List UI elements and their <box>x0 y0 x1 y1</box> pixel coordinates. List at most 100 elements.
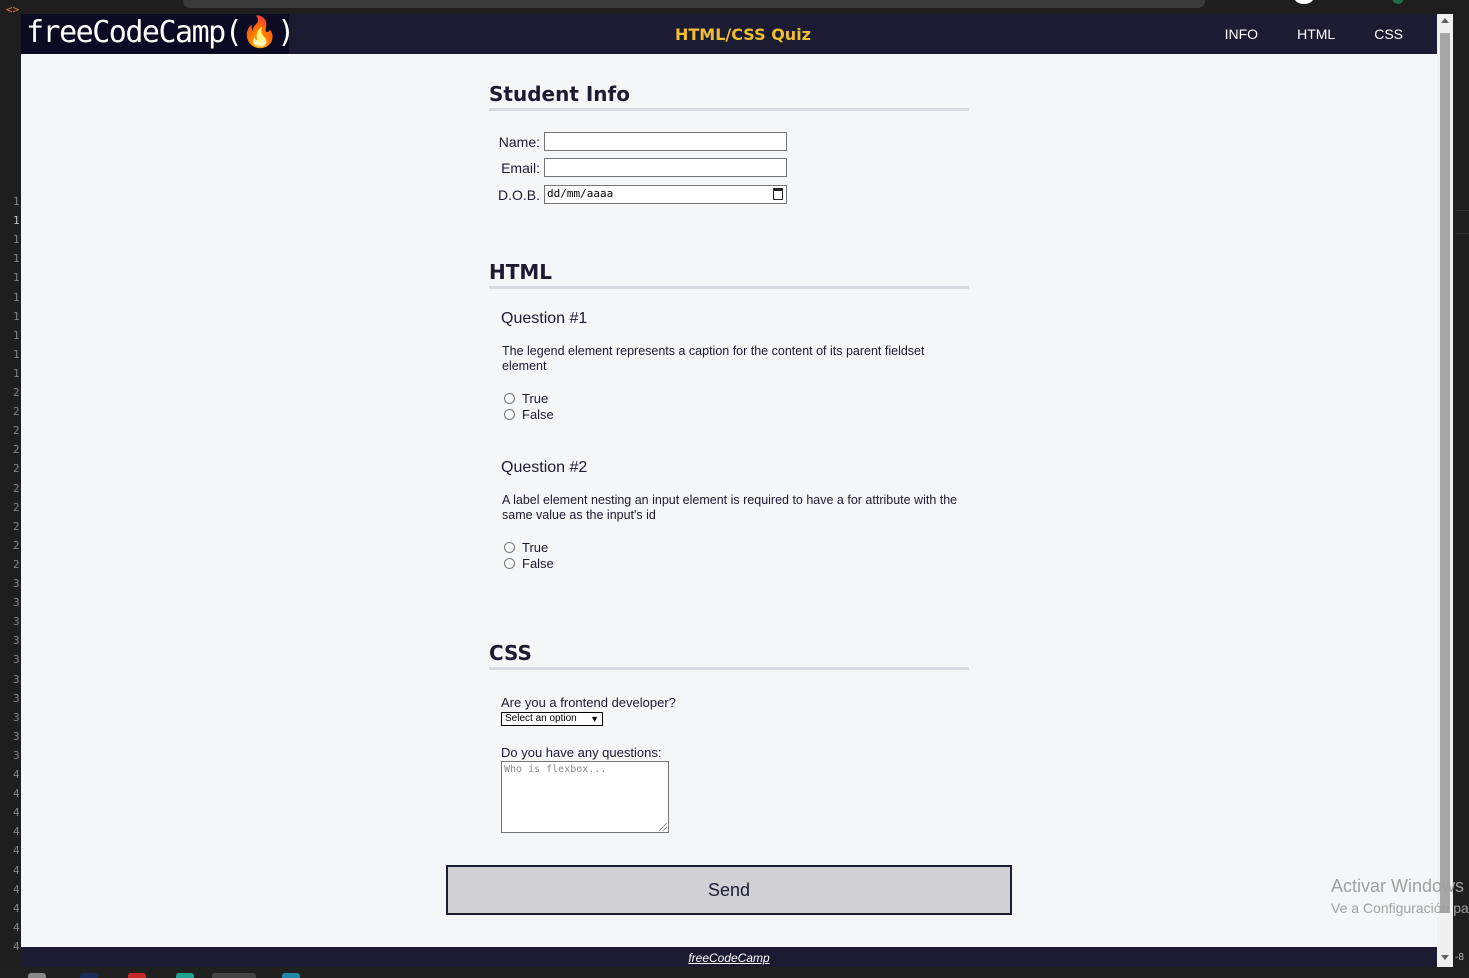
taskbar-app-icon[interactable] <box>28 973 46 978</box>
dob-label: D.O.B. <box>497 186 540 203</box>
line-number: 2 <box>13 405 20 419</box>
taskbar-app-icon[interactable] <box>282 973 300 978</box>
line-number: 1 <box>13 195 20 208</box>
email-row: Email: <box>489 158 787 177</box>
line-number: 1 <box>13 366 20 380</box>
line-number: 2 <box>13 462 20 476</box>
line-number: 1 <box>13 309 20 323</box>
line-number: 3 <box>13 672 20 686</box>
line-number: 1 <box>13 271 20 285</box>
line-number: 2 <box>13 538 20 552</box>
line-number: 2 <box>13 424 20 438</box>
name-row: Name: <box>489 132 787 151</box>
scroll-down-icon[interactable] <box>1441 955 1449 960</box>
dob-row: D.O.B. dd/mm/aaaa <box>489 185 787 204</box>
radio-button[interactable] <box>504 542 515 553</box>
line-number: 3 <box>13 729 20 743</box>
line-number: 3 <box>13 615 20 629</box>
line-number: 3 <box>13 577 20 590</box>
select-value: Select an option <box>505 713 577 724</box>
questions-textarea[interactable]: Who is flexbox... <box>501 761 669 833</box>
question-1-option-true[interactable]: True <box>504 391 548 406</box>
dob-input[interactable]: dd/mm/aaaa <box>544 185 787 204</box>
resize-handle-icon[interactable] <box>659 823 667 831</box>
editor-right-edge <box>1453 14 1469 954</box>
section-heading-student-info: Student Info <box>489 81 969 111</box>
scroll-thumb[interactable] <box>1440 33 1450 913</box>
question-1-title: Question #1 <box>501 310 588 327</box>
editor-gutter: <> 1 1 1 1 1 1 1 1 1 1 2 2 2 2 2 2 2 2 2 2 3 3 3 3 3 3 3 3 3 3 4 4 4 4 4 4 4… <box>0 0 21 978</box>
line-number: 2 <box>13 557 20 571</box>
frontend-select[interactable]: Select an option ▼ <box>501 712 603 726</box>
nav-link-html[interactable]: HTML <box>1297 26 1335 42</box>
radio-button[interactable] <box>504 558 515 569</box>
nav-link-info[interactable]: INFO <box>1225 26 1258 42</box>
section-heading-css: CSS <box>489 640 969 670</box>
option-label: False <box>522 407 554 422</box>
nav-links: INFO HTML CSS <box>1186 26 1403 42</box>
line-number: 3 <box>13 710 20 724</box>
option-label: True <box>522 540 549 555</box>
line-number: 4 <box>13 901 20 915</box>
line-number: 4 <box>13 939 20 953</box>
line-number: 1 <box>13 214 20 228</box>
line-number: 3 <box>13 653 20 667</box>
line-number: 2 <box>13 519 20 533</box>
line-number: 1 <box>13 347 20 361</box>
question-1-option-false[interactable]: False <box>504 407 554 422</box>
line-number: 3 <box>13 748 20 762</box>
line-number: 3 <box>13 634 20 648</box>
question-2-option-true[interactable]: True <box>504 540 548 555</box>
line-number: 2 <box>13 443 20 457</box>
frontend-question-label: Are you a frontend developer? <box>501 695 676 710</box>
question-1-text: The legend element represents a caption … <box>502 344 925 373</box>
name-input[interactable] <box>544 132 787 151</box>
windows-activation-watermark: Activar Windows Ve a Configuración para … <box>1331 876 1469 916</box>
nav-link-css[interactable]: CSS <box>1374 26 1403 42</box>
navbar: freeCodeCamp(🔥) HTML/CSS Quiz INFO HTML … <box>21 14 1437 54</box>
chevron-down-icon: ▼ <box>590 714 599 724</box>
option-label: False <box>522 556 554 571</box>
line-number: 1 <box>13 290 20 304</box>
line-number: 3 <box>13 596 20 610</box>
taskbar-app-icon[interactable] <box>80 973 98 978</box>
question-2-option-false[interactable]: False <box>504 556 554 571</box>
taskbar-app-icon[interactable] <box>128 973 146 978</box>
line-number: 4 <box>13 882 20 896</box>
line-number: 1 <box>13 233 20 247</box>
line-number: 4 <box>13 920 20 934</box>
taskbar-app-icon[interactable] <box>176 973 194 978</box>
section-heading-html: HTML <box>489 259 969 289</box>
scrollbar[interactable] <box>1437 14 1453 967</box>
line-number: 4 <box>13 825 20 839</box>
email-label: Email: <box>501 159 540 176</box>
option-label: True <box>522 391 549 406</box>
watermark-line-1: Activar Windows <box>1331 876 1465 896</box>
footer-link[interactable]: freeCodeCamp <box>688 951 769 965</box>
scroll-up-icon[interactable] <box>1441 18 1449 23</box>
line-number: 4 <box>13 768 20 781</box>
radio-button[interactable] <box>504 409 515 420</box>
line-number: 4 <box>13 844 20 858</box>
line-number: 1 <box>13 252 20 266</box>
address-bar[interactable] <box>183 0 1205 8</box>
editor-minimap-marker <box>1456 210 1469 234</box>
taskbar-active-app[interactable] <box>212 973 256 978</box>
line-number: 1 <box>13 328 20 342</box>
browser-top-bar <box>21 0 1469 14</box>
line-number: 2 <box>13 481 20 495</box>
footer: freeCodeCamp <box>21 947 1437 967</box>
editor-edge-text: -8 <box>1455 952 1464 963</box>
textarea-placeholder: Who is flexbox... <box>504 764 607 775</box>
calendar-icon[interactable] <box>773 188 783 200</box>
dob-value: dd/mm/aaaa <box>547 187 614 200</box>
line-number: 4 <box>13 806 20 820</box>
radio-button[interactable] <box>504 393 515 404</box>
watermark-line-2: Ve a Configuración para activar Windows. <box>1331 900 1469 916</box>
email-input[interactable] <box>544 158 787 177</box>
send-button[interactable]: Send <box>446 865 1012 915</box>
name-label: Name: <box>498 133 540 150</box>
question-2-title: Question #2 <box>501 459 588 476</box>
line-number: 2 <box>13 500 20 514</box>
questions-label: Do you have any questions: <box>501 745 662 760</box>
